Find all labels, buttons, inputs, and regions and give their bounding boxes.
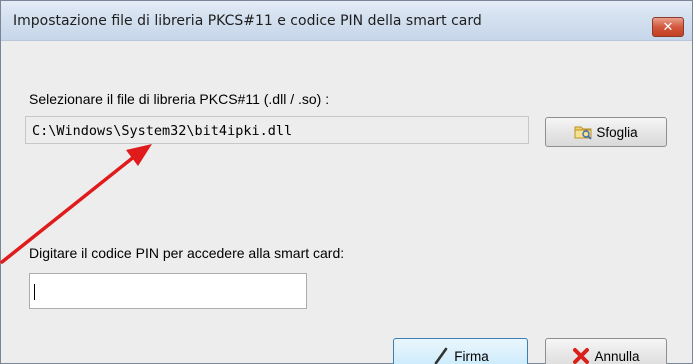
pin-label: Digitare il codice PIN per accedere alla…: [29, 245, 345, 261]
library-file-label: Selezionare il file di libreria PKCS#11 …: [29, 91, 330, 107]
close-button[interactable]: ✕: [652, 17, 684, 37]
browse-button[interactable]: Sfoglia: [545, 117, 667, 147]
title-bar[interactable]: Impostazione file di libreria PKCS#11 e …: [1, 1, 692, 41]
pin-input[interactable]: [29, 273, 307, 309]
library-path-field[interactable]: C:\Windows\System32\bit4ipki.dll: [25, 116, 529, 144]
sign-button-label: Firma: [454, 348, 489, 364]
red-x-icon: [572, 347, 590, 364]
close-icon: ✕: [662, 19, 674, 35]
dialog-window: Impostazione file di libreria PKCS#11 e …: [0, 0, 693, 364]
text-caret: [34, 284, 35, 300]
sign-button[interactable]: Firma: [393, 338, 528, 364]
folder-icon: [574, 124, 592, 140]
browse-button-label: Sfoglia: [596, 124, 638, 140]
window-title: Impostazione file di libreria PKCS#11 e …: [13, 13, 482, 29]
cancel-button-label: Annulla: [594, 348, 640, 364]
dialog-content: Selezionare il file di libreria PKCS#11 …: [1, 42, 692, 364]
pen-icon: [432, 346, 450, 364]
cancel-button[interactable]: Annulla: [545, 338, 667, 364]
